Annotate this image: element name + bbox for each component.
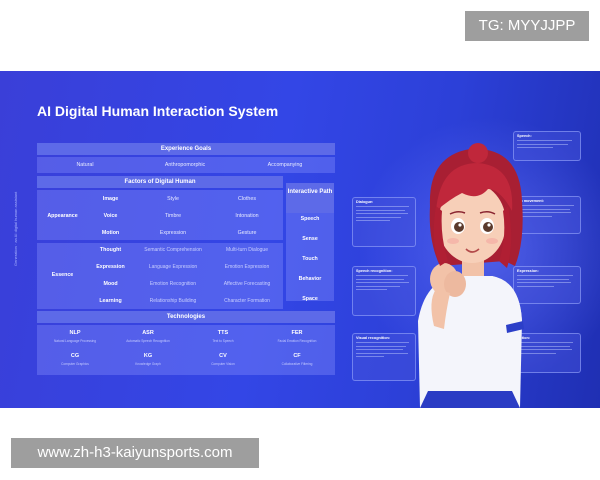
watermark-url-badge: www.zh-h3-kaiyunsports.com — [11, 438, 259, 468]
infographic-banner: AI Digital Human Interaction System Gene… — [0, 71, 600, 408]
digital-human-illustration — [418, 143, 524, 408]
watermark-top-badge: TG: MYYJJPP — [465, 11, 589, 41]
